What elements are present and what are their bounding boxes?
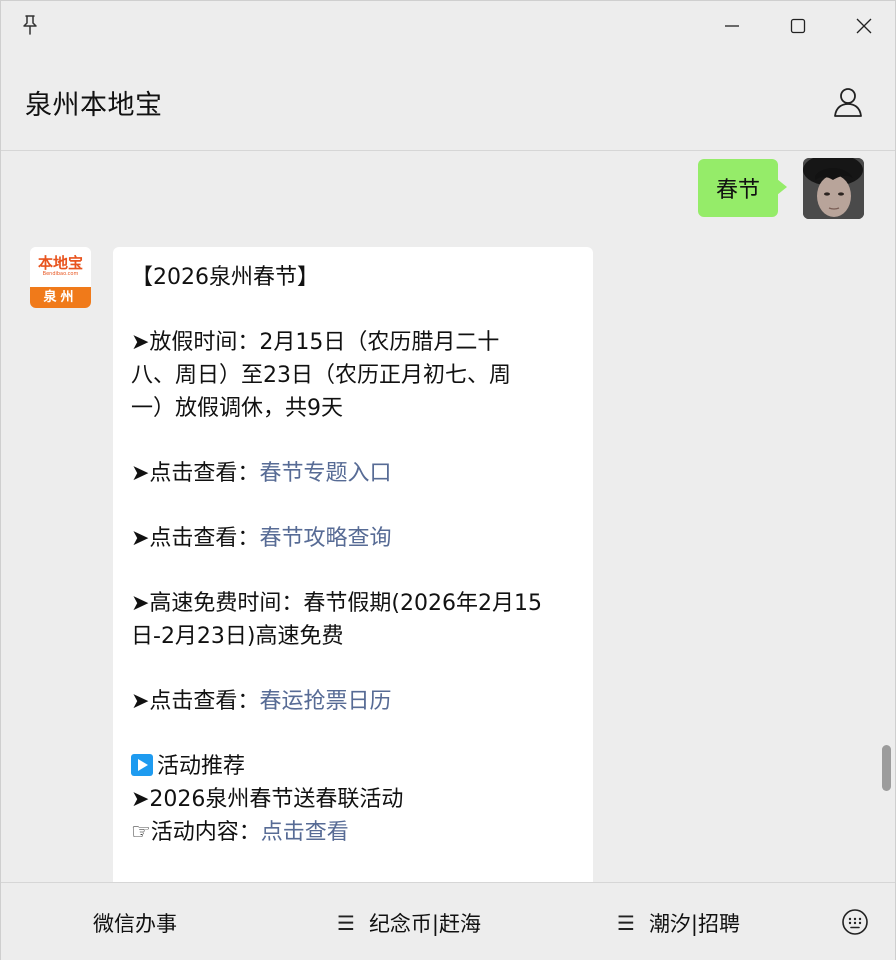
menu-list-icon: ☰ (337, 910, 355, 935)
activity-content-line: ☞活动内容：点击查看 (131, 820, 349, 845)
minimize-icon[interactable] (717, 11, 747, 41)
menu-wechat-services[interactable]: 微信办事 (93, 883, 177, 960)
view-line-2: ➤点击查看：春节攻略查询 (131, 526, 392, 551)
chat-window: 泉州本地宝 春节 本地宝 Bendibao.com 泉州 【2026泉州春节】 … (0, 0, 896, 960)
highway-line-1: ➤高速免费时间：春节假期(2026年2月15 (131, 591, 542, 616)
profile-icon[interactable] (831, 85, 865, 119)
chat-messages[interactable]: 春节 本地宝 Bendibao.com 泉州 【2026泉州春节】 ➤放假时间：… (1, 152, 895, 882)
title-bar (1, 1, 895, 51)
menu-label: 微信办事 (93, 911, 177, 936)
chat-scrollbar[interactable] (882, 745, 891, 791)
pin-icon[interactable] (19, 13, 41, 37)
bot-message-bubble: 【2026泉州春节】 ➤放假时间：2月15日（农历腊月二十 八、周日）至23日（… (113, 247, 593, 882)
bottom-menu: 微信办事 ☰ 纪念币|赶海 ☰ 潮汐|招聘 (1, 882, 895, 960)
ticket-calendar-link[interactable]: 春运抢票日历 (259, 689, 391, 714)
holiday-line-3: 一）放假调休，共9天 (131, 396, 343, 421)
play-icon (131, 754, 153, 776)
menu-label: 潮汐|招聘 (648, 911, 741, 936)
close-icon[interactable] (849, 11, 879, 41)
chat-title: 泉州本地宝 (25, 90, 163, 121)
holiday-line-1: ➤放假时间：2月15日（农历腊月二十 (131, 330, 500, 355)
highway-line-2: 日-2月23日)高速免费 (131, 624, 344, 649)
menu-tide-jobs[interactable]: ☰ 潮汐|招聘 (617, 883, 740, 960)
activity-title-line: 活动推荐 (131, 750, 575, 783)
view-line-1: ➤点击查看：春节专题入口 (131, 461, 392, 486)
chat-header: 泉州本地宝 (1, 51, 895, 151)
holiday-line-2: 八、周日）至23日（农历正月初七、周 (131, 363, 511, 388)
message-heading: 【2026泉州春节】 (131, 265, 319, 290)
bot-avatar[interactable]: 本地宝 Bendibao.com 泉州 (30, 247, 91, 308)
activity-name: ➤2026泉州春节送春联活动 (131, 787, 404, 812)
menu-list-icon: ☰ (617, 910, 635, 935)
menu-coins-beach[interactable]: ☰ 纪念币|赶海 (337, 883, 481, 960)
bendibao-logo: 本地宝 Bendibao.com (30, 247, 91, 287)
self-avatar[interactable] (803, 158, 864, 219)
self-message-bubble[interactable]: 春节 (698, 159, 788, 217)
keyboard-icon[interactable] (841, 908, 869, 936)
menu-label: 纪念币|赶海 (368, 911, 482, 936)
view-line-3: ➤点击查看：春运抢票日历 (131, 689, 392, 714)
spring-festival-guide-link[interactable]: 春节攻略查询 (259, 526, 391, 551)
maximize-icon[interactable] (783, 11, 813, 41)
activity-view-link[interactable]: 点击查看 (261, 820, 349, 845)
spring-festival-topic-link[interactable]: 春节专题入口 (259, 461, 391, 486)
bendibao-city-label: 泉州 (30, 287, 91, 308)
